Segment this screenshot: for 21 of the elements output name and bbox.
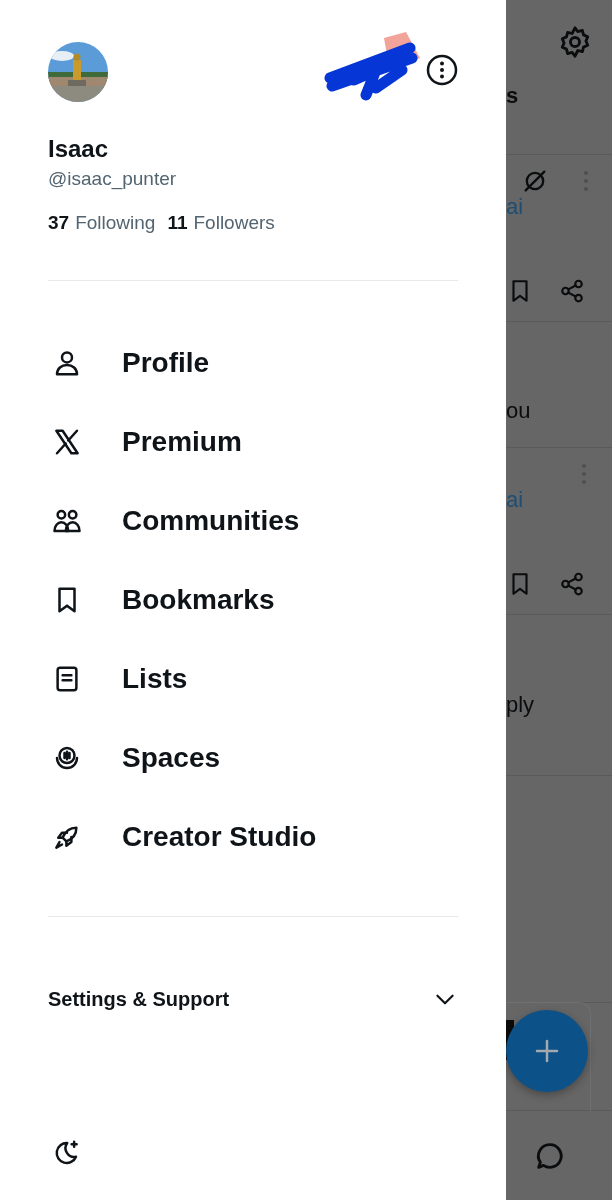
share-icon [559,278,585,304]
menu-item[interactable]: Profile [48,323,458,402]
menu-item[interactable]: Communities [48,481,458,560]
menu-item[interactable]: Creator Studio [48,797,458,876]
more-icon [581,463,587,485]
followers-link[interactable]: 11 Followers [167,210,275,236]
menu-item[interactable]: Premium [48,402,458,481]
profile-name: Isaac [48,134,110,164]
share-icon [559,571,585,597]
menu-item[interactable]: Spaces [48,718,458,797]
more-icon [583,170,589,192]
tab-label: s [506,83,520,109]
settings-icon [558,25,592,59]
settings-support-toggle[interactable]: Settings & Support [48,969,458,1029]
post-text: ou [506,397,532,424]
profile-handle: @isaac_punter [48,167,178,192]
menu-item[interactable]: Lists [48,639,458,718]
following-link[interactable]: 37 Following [48,210,156,236]
post-text: ply [506,692,536,718]
menu-item[interactable]: Bookmarks [48,560,458,639]
more-options-icon[interactable] [426,54,458,86]
